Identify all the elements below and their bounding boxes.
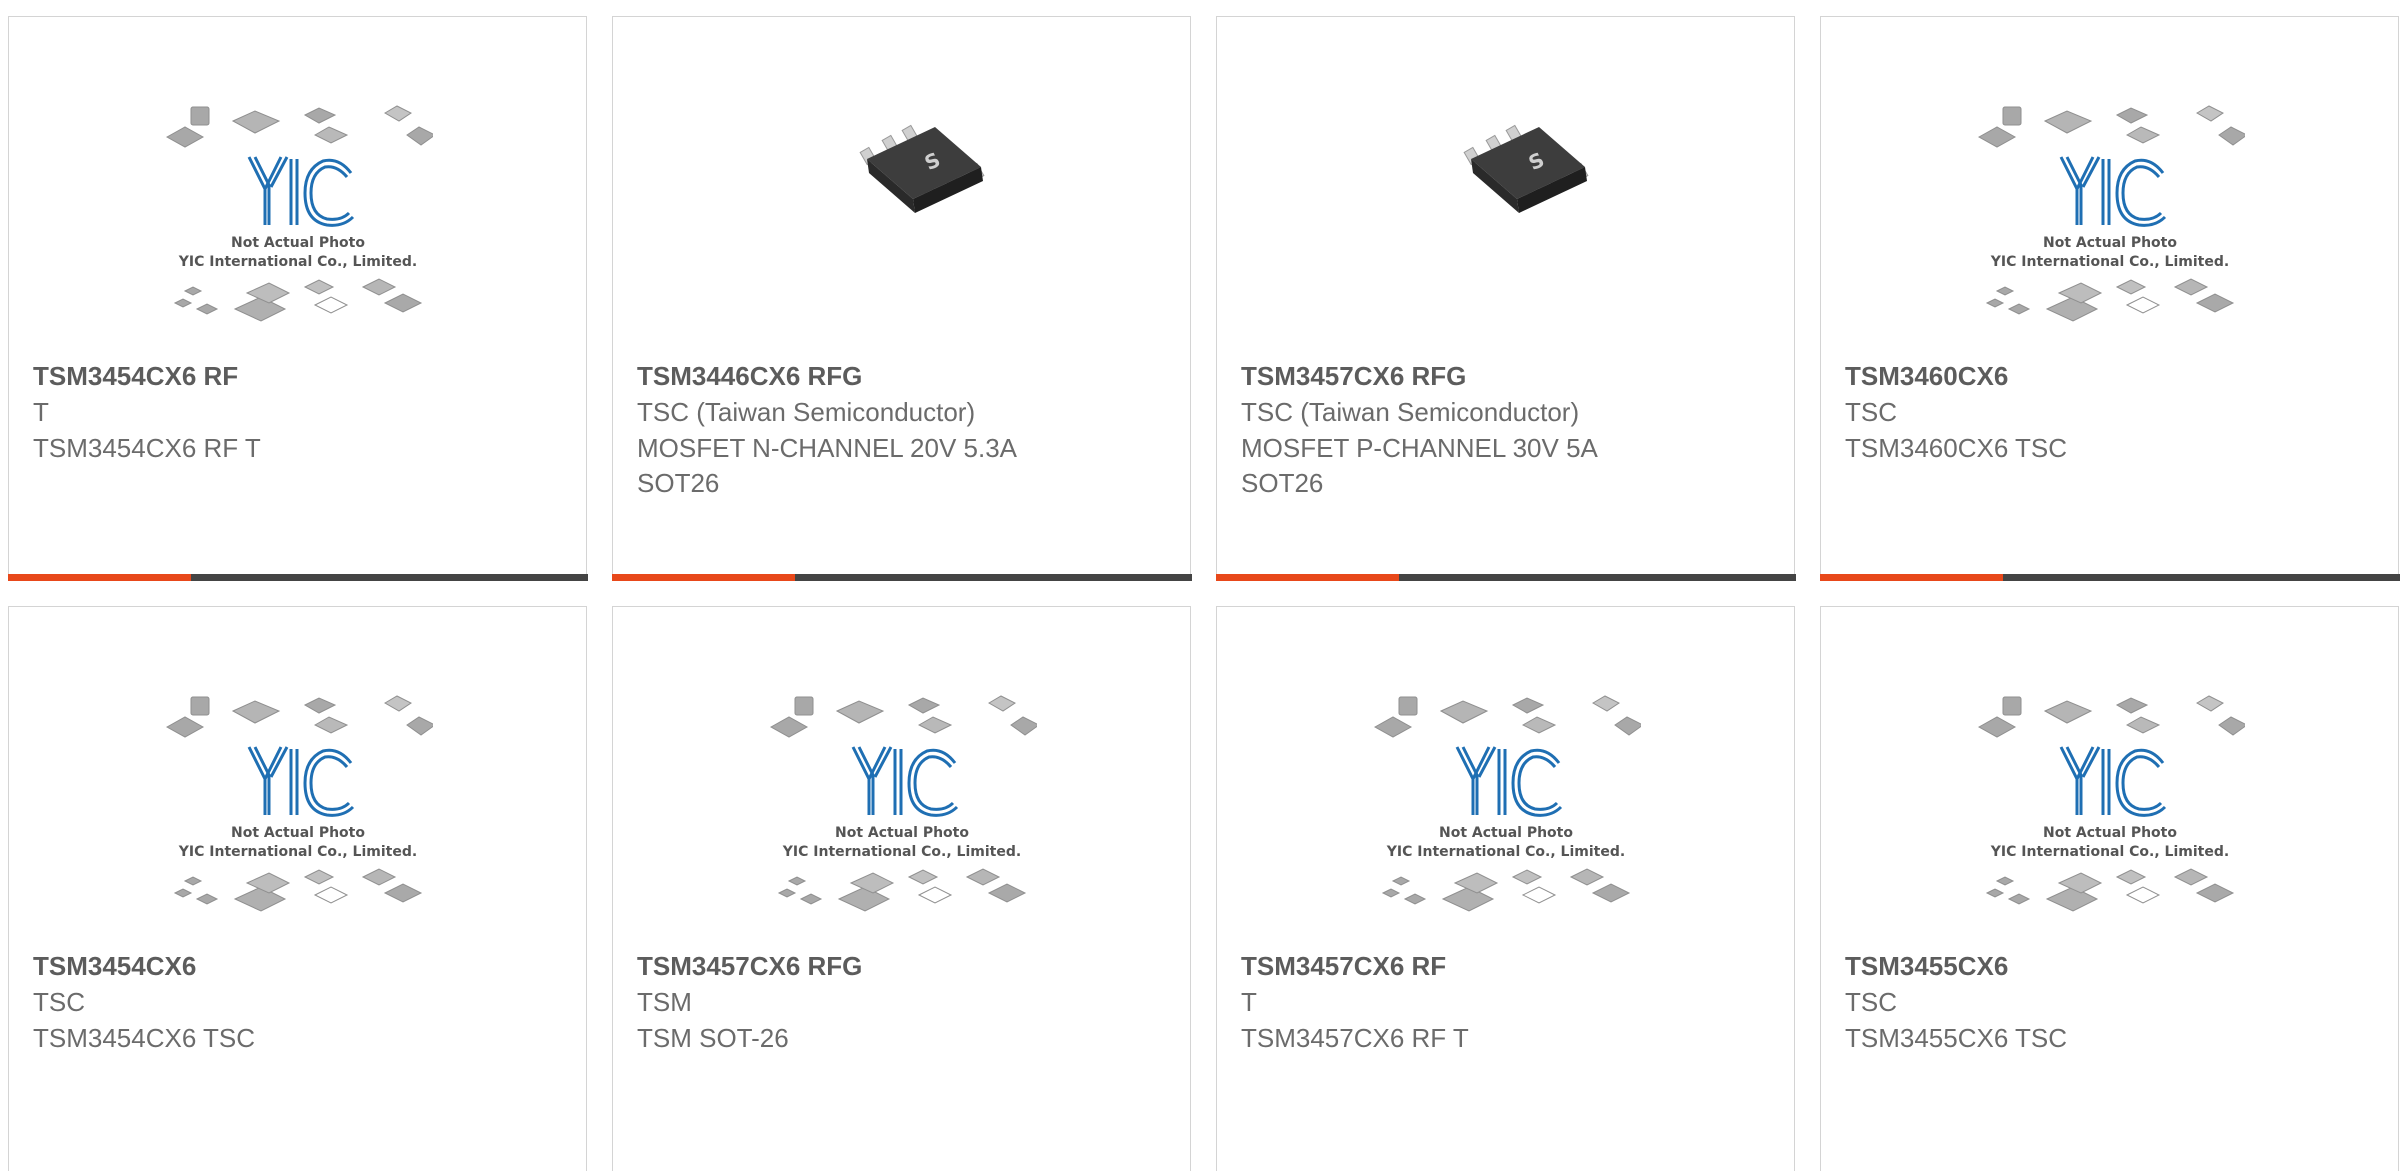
product-image[interactable]: Not Actual Photo YIC International Co., … <box>613 607 1190 937</box>
placeholder-caption-1: Not Actual Photo <box>2043 235 2177 251</box>
product-description: SOT26 <box>637 468 720 498</box>
product-image[interactable]: S <box>613 17 1190 347</box>
placeholder-caption-2: YIC International Co., Limited. <box>1989 254 2228 270</box>
product-title[interactable]: TSM3460CX6 <box>1845 361 2008 392</box>
yic-logo-icon <box>247 156 354 227</box>
yic-placeholder-image: Not Actual Photo YIC International Co., … <box>165 105 433 322</box>
product-manufacturer: TSM <box>637 987 692 1017</box>
product-title[interactable]: TSM3457CX6 RFG <box>1241 361 1466 392</box>
placeholder-caption-1: Not Actual Photo <box>2043 825 2177 841</box>
card-accent-highlight <box>1215 574 1399 581</box>
placeholder-caption-1: Not Actual Photo <box>231 825 365 841</box>
placeholder-caption-2: YIC International Co., Limited. <box>1989 844 2228 860</box>
product-description: TSM3454CX6 RF T <box>33 433 261 463</box>
product-description: MOSFET N-CHANNEL 20V 5.3A <box>637 433 1017 463</box>
placeholder-caption-2: YIC International Co., Limited. <box>1385 844 1624 860</box>
card-accent-bar <box>1819 574 2400 581</box>
product-title[interactable]: TSM3454CX6 RF <box>33 361 238 392</box>
product-card[interactable]: S TSM3446CX6 RFG TSC (Taiwan Semiconducto… <box>611 16 1192 581</box>
product-description: TSM SOT-26 <box>637 1023 789 1053</box>
product-description: SOT26 <box>1241 468 1324 498</box>
product-manufacturer: TSC <box>1845 397 1897 427</box>
product-image[interactable]: S <box>1217 17 1794 347</box>
product-image[interactable]: Not Actual Photo YIC International Co., … <box>1821 17 2398 347</box>
yic-placeholder-image: Not Actual Photo YIC International Co., … <box>165 695 433 912</box>
yic-logo-icon <box>2059 746 2166 817</box>
card-accent-bar <box>7 574 588 581</box>
product-title[interactable]: TSM3457CX6 RF <box>1241 951 1446 982</box>
product-manufacturer: TSC <box>33 987 85 1017</box>
placeholder-caption-1: Not Actual Photo <box>835 825 969 841</box>
yic-placeholder-image: Not Actual Photo YIC International Co., … <box>1977 105 2245 322</box>
card-accent-bar <box>1215 574 1796 581</box>
product-description: TSM3454CX6 TSC <box>33 1023 256 1053</box>
placeholder-caption-1: Not Actual Photo <box>1439 825 1573 841</box>
product-card[interactable]: Not Actual Photo YIC International Co., … <box>1820 606 2399 1171</box>
card-accent-highlight <box>611 574 795 581</box>
card-accent-bar <box>611 574 1192 581</box>
product-card[interactable]: Not Actual Photo YIC International Co., … <box>8 606 587 1171</box>
product-manufacturer: T <box>33 397 49 427</box>
product-image[interactable]: Not Actual Photo YIC International Co., … <box>9 17 586 347</box>
product-card[interactable]: Not Actual Photo YIC International Co., … <box>7 16 588 581</box>
placeholder-caption-2: YIC International Co., Limited. <box>177 254 416 270</box>
card-accent-highlight <box>1819 574 2003 581</box>
product-grid: Not Actual Photo YIC International Co., … <box>7 16 2400 1171</box>
product-card[interactable]: Not Actual Photo YIC International Co., … <box>1819 16 2400 581</box>
product-description: TSM3460CX6 TSC <box>1845 433 2068 463</box>
product-title[interactable]: TSM3454CX6 <box>33 951 196 982</box>
yic-placeholder-image: Not Actual Photo YIC International Co., … <box>769 695 1037 912</box>
yic-logo-icon <box>1455 746 1562 817</box>
yic-logo-icon <box>2059 156 2166 227</box>
product-image[interactable]: Not Actual Photo YIC International Co., … <box>1217 607 1794 937</box>
placeholder-caption-2: YIC International Co., Limited. <box>781 844 1020 860</box>
product-title[interactable]: TSM3446CX6 RFG <box>637 361 862 392</box>
yic-logo-icon <box>851 746 958 817</box>
product-description: TSM3457CX6 RF T <box>1241 1023 1469 1053</box>
sot26-chip-image: S <box>1462 124 1589 213</box>
product-description: MOSFET P-CHANNEL 30V 5A <box>1241 433 1598 463</box>
yic-placeholder-image: Not Actual Photo YIC International Co., … <box>1373 695 1641 912</box>
product-manufacturer: TSC (Taiwan Semiconductor) <box>637 397 976 427</box>
product-title[interactable]: TSM3457CX6 RFG <box>637 951 862 982</box>
yic-logo-icon <box>247 746 354 817</box>
product-description: TSM3455CX6 TSC <box>1845 1023 2068 1053</box>
placeholder-caption-2: YIC International Co., Limited. <box>177 844 416 860</box>
card-accent-highlight <box>7 574 191 581</box>
product-card[interactable]: Not Actual Photo YIC International Co., … <box>612 606 1191 1171</box>
product-image[interactable]: Not Actual Photo YIC International Co., … <box>1821 607 2398 937</box>
product-manufacturer: TSC (Taiwan Semiconductor) <box>1241 397 1580 427</box>
product-card[interactable]: Not Actual Photo YIC International Co., … <box>1216 606 1795 1171</box>
yic-placeholder-image: Not Actual Photo YIC International Co., … <box>1977 695 2245 912</box>
product-image[interactable]: Not Actual Photo YIC International Co., … <box>9 607 586 937</box>
product-manufacturer: T <box>1241 987 1257 1017</box>
product-title[interactable]: TSM3455CX6 <box>1845 951 2008 982</box>
product-card[interactable]: S TSM3457CX6 RFG TSC (Taiwan Semiconducto… <box>1215 16 1796 581</box>
product-manufacturer: TSC <box>1845 987 1897 1017</box>
sot26-chip-image: S <box>858 124 985 213</box>
placeholder-caption-1: Not Actual Photo <box>231 235 365 251</box>
